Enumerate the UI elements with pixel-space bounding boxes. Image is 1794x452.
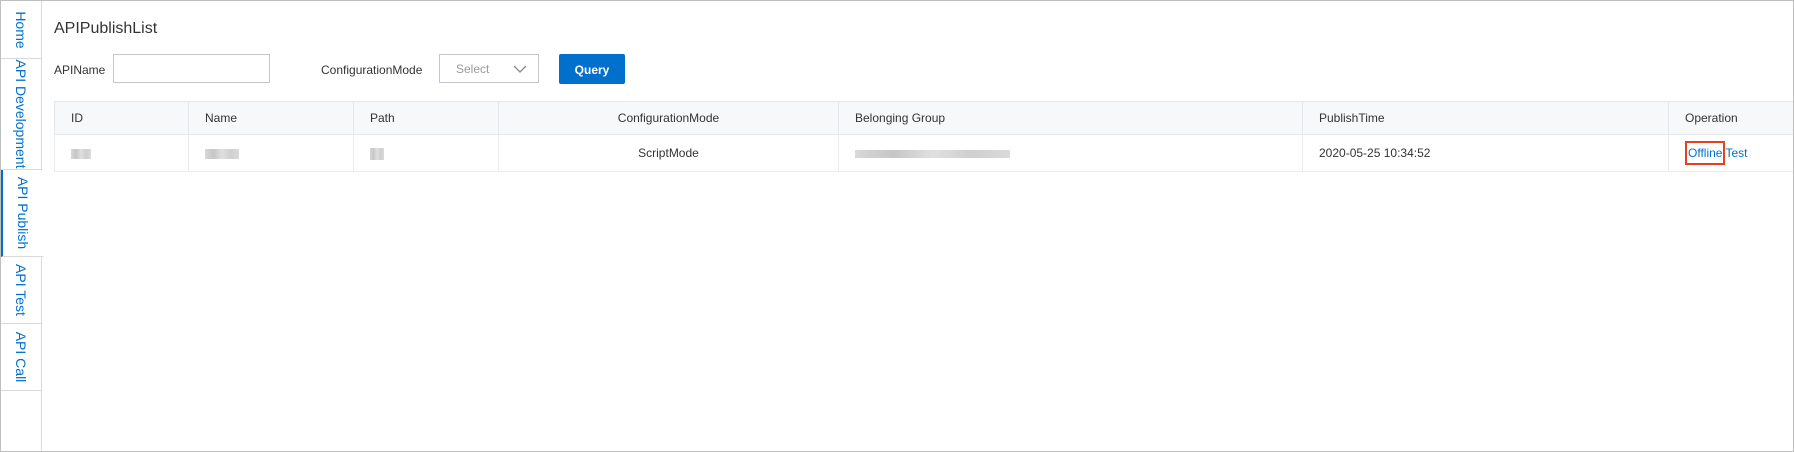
tab-api-development[interactable]: API Development bbox=[1, 59, 41, 170]
chevron-down-icon bbox=[513, 65, 527, 73]
main-content: APIPublishList APIName ConfigurationMode… bbox=[42, 1, 1793, 451]
query-button-label: Query bbox=[574, 63, 610, 77]
cell-operation: Offline Test bbox=[1668, 134, 1793, 172]
vertical-tab-bar: Home API Development API Publish API Tes… bbox=[1, 1, 44, 451]
table-row: ScriptMode 2020-05-25 10:34:52 Offline Te… bbox=[54, 134, 1793, 172]
column-header-belonging-group: Belonging Group bbox=[838, 101, 1303, 135]
tab-api-call[interactable]: API Call bbox=[1, 324, 41, 391]
column-header-name: Name bbox=[188, 101, 354, 135]
api-name-label: APIName bbox=[54, 63, 106, 77]
tab-api-development-label: API Development bbox=[13, 59, 29, 169]
column-header-path: Path bbox=[353, 101, 499, 135]
tab-api-publish-label: API Publish bbox=[15, 176, 31, 250]
tab-api-call-label: API Call bbox=[13, 331, 29, 383]
cell-configuration-mode: ScriptMode bbox=[498, 134, 839, 172]
tab-api-publish[interactable]: API Publish bbox=[1, 170, 44, 257]
cell-publish-time: 2020-05-25 10:34:52 bbox=[1302, 134, 1669, 172]
app-frame: Home API Development API Publish API Tes… bbox=[0, 0, 1794, 452]
cell-belonging-group bbox=[838, 134, 1303, 172]
cell-id bbox=[54, 134, 189, 172]
test-link[interactable]: Test bbox=[1725, 146, 1747, 160]
column-header-operation: Operation bbox=[1668, 101, 1793, 135]
redacted-id bbox=[71, 148, 91, 159]
redacted-belonging-group bbox=[855, 149, 1010, 158]
offline-link[interactable]: Offline bbox=[1685, 141, 1726, 165]
query-button[interactable]: Query bbox=[559, 54, 625, 84]
config-mode-label: ConfigurationMode bbox=[321, 63, 423, 77]
column-header-configuration-mode: ConfigurationMode bbox=[498, 101, 839, 135]
table-header-row: ID Name Path ConfigurationMode Belonging… bbox=[54, 101, 1793, 135]
config-mode-select[interactable]: Select bbox=[439, 54, 539, 83]
cell-name bbox=[188, 134, 354, 172]
redacted-path bbox=[370, 147, 384, 160]
config-mode-placeholder: Select bbox=[456, 62, 490, 76]
tab-api-test-label: API Test bbox=[13, 264, 29, 316]
redacted-name bbox=[205, 148, 239, 159]
column-header-publish-time: PublishTime bbox=[1302, 101, 1669, 135]
tab-home[interactable]: Home bbox=[1, 1, 41, 59]
column-header-id: ID bbox=[54, 101, 189, 135]
tab-home-label: Home bbox=[13, 10, 29, 49]
cell-path bbox=[353, 134, 499, 172]
api-publish-table: ID Name Path ConfigurationMode Belonging… bbox=[54, 101, 1793, 172]
api-name-input[interactable] bbox=[113, 54, 270, 83]
tab-api-test[interactable]: API Test bbox=[1, 257, 41, 324]
page-title: APIPublishList bbox=[54, 20, 158, 37]
